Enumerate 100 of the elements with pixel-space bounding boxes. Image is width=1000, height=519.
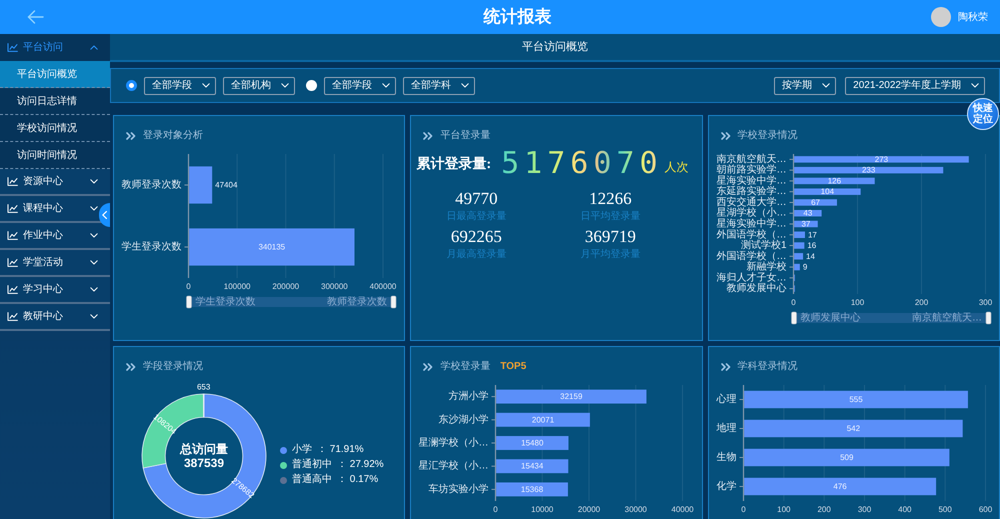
bar-value-label: 67 [810,198,820,207]
bar-value-label: 37 [801,220,810,228]
bar-value-label: 273 [874,154,888,164]
bar-value-label: 233 [862,166,875,175]
category-label: 星海实验中学… [716,175,786,186]
axis-tick-label: 600 [978,505,992,514]
panel-title: 学科登录情况 [738,361,798,373]
panel-title: 平台登录量 [440,130,490,142]
bar-value-label: 47404 [215,180,238,190]
category-label: 生物 [716,452,736,463]
stat-label: 日最高登录量 [445,210,508,224]
bar-value-label: 14 [806,252,815,261]
category-label: 星湖学校（小… [716,208,786,219]
bar-value-label: 104 [820,187,834,196]
bar-value-label: 555 [849,395,862,404]
axis-tick-label: 0 [790,298,796,307]
axis-tick-label: 0 [494,505,498,514]
slice-value-label: 653 [196,382,210,392]
axis-tick-label: 100000 [224,282,250,291]
category-label: 外国语学校（… [716,229,786,240]
stat-value: 49770 [454,189,499,209]
axis-tick-label: 0 [740,505,746,514]
panel-title: 学校登录情况 [738,130,798,142]
category-label: 东延路实验学… [716,186,786,198]
legend-label: 普通初中 [292,460,332,470]
category-label: 星汇学校（小… [418,460,489,472]
stat-value: 369719 [584,227,637,247]
axis-tick-label: 300 [978,298,992,307]
legend-label: 普通高中 [292,475,332,485]
bar-value-label: 509 [840,453,854,462]
legend-value: ： 27.92% [337,460,384,470]
donut-center-value: 387539 [184,456,224,470]
bar-value-label: 340135 [258,242,286,252]
stat-label: 月最高登录量 [445,248,508,262]
category-label: 星海实验中学… [716,218,786,230]
category-label: 化学 [716,481,736,492]
bar-value-label: 43 [803,208,812,218]
category-label: 测试学校1 [740,240,786,252]
bar-value-label: 476 [833,482,846,491]
panel-title: 登录对象分析 [143,130,203,142]
stat-value: 12266 [588,189,633,209]
stat-value: 692265 [450,227,503,247]
bar-value-label: 17 [808,230,817,240]
legend-value: ： 71.91% [317,445,364,455]
axis-tick-label: 30000 [624,505,648,514]
axis-tick-label: 100 [850,298,864,307]
category-label: 东沙湖小学 [438,414,489,426]
axis-tick-label: 200 [817,505,830,514]
category-label: 教师发展中心 [726,283,786,294]
axis-tick-label: 300 [857,505,871,514]
bar-value-label: 15368 [521,484,544,494]
app-title: 统计报表 [484,6,552,28]
axis-tick-label: 300000 [321,282,348,291]
legend-label: 小学 [292,445,312,455]
bar-value-label: 9 [802,262,807,272]
axis-tick-label: 500 [938,505,952,514]
category-label: 朝前路实验学… [716,164,786,176]
slider-label: 教师发展中心 [800,312,860,324]
bar-value-label: 20071 [532,415,554,424]
total-label: 累计登录量: [416,155,492,174]
user-name: 陶秋荣 [958,10,988,24]
axis-tick-label: 200000 [272,282,300,291]
category-label: 星澜学校（小… [418,438,489,448]
stat-label: 日平均登录量 [579,210,642,224]
ranking-label: TOP5 [500,361,526,373]
category-label: 外国语学校（… [716,250,786,262]
bar-value-label: 16 [807,241,816,250]
bar-value-label: 126 [827,176,841,186]
stat-label: 月平均登录量 [579,248,642,262]
page-title: 平台访问概览 [110,34,1000,62]
category-label: 方洲小学 [448,391,489,402]
axis-tick-label: 40000 [672,505,694,514]
total-unit: 人次 [664,159,689,176]
category-label: 新融学校 [746,262,786,273]
category-label: 南京航空航天… [716,154,786,165]
axis-tick-label: 400000 [370,282,396,291]
category-label: 教师登录次数 [122,180,182,190]
category-label: 学生登录次数 [122,242,182,252]
panel-title: 学段登录情况 [143,361,203,373]
bar-value-label: 15480 [522,438,544,448]
axis-tick-label: 0 [186,282,191,291]
legend-value: ： 0.17% [337,475,378,485]
bar-value-label: 32159 [560,392,583,402]
panel-title: 学校登录量 [440,361,490,373]
category-label: 车坊实验小学 [428,484,489,495]
axis-tick-label: 20000 [578,505,600,514]
bar-value-label: 15434 [521,462,544,471]
slider-label: 南京航空航天… [912,312,982,324]
donut-center-label: 总访问量 [180,442,228,456]
category-label: 地理 [716,423,736,434]
category-label: 海归人才子女… [716,272,786,284]
category-label: 心理 [716,394,736,405]
slider-label: 学生登录次数 [196,296,256,308]
axis-tick-label: 400 [898,505,912,514]
axis-tick-label: 200 [914,298,928,307]
category-label: 西安交通大学… [716,196,786,208]
axis-tick-label: 100 [776,505,790,514]
bar-value-label: 542 [846,424,860,433]
slider-label: 教师登录次数 [327,296,387,308]
axis-tick-label: 10000 [531,505,554,514]
